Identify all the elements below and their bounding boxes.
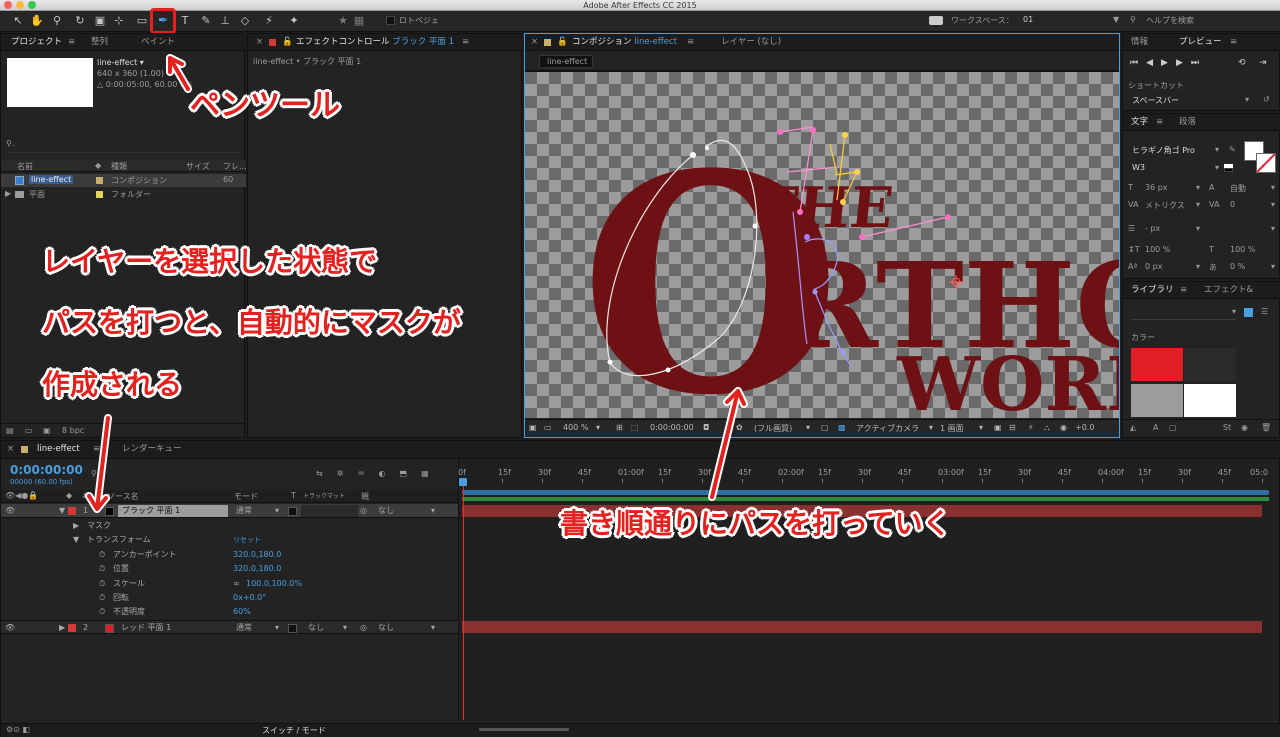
annotation-line-2: パスを打つと、自動的にマスクが (42, 306, 461, 339)
path-order-annotation: 書き順通りにパスを打っていく (560, 507, 951, 540)
pen-tool-annotation: ペンツール (190, 88, 340, 123)
annotation-line-3: 作成される (42, 368, 183, 401)
annotation-line-1: レイヤーを選択した状態で (42, 245, 378, 278)
